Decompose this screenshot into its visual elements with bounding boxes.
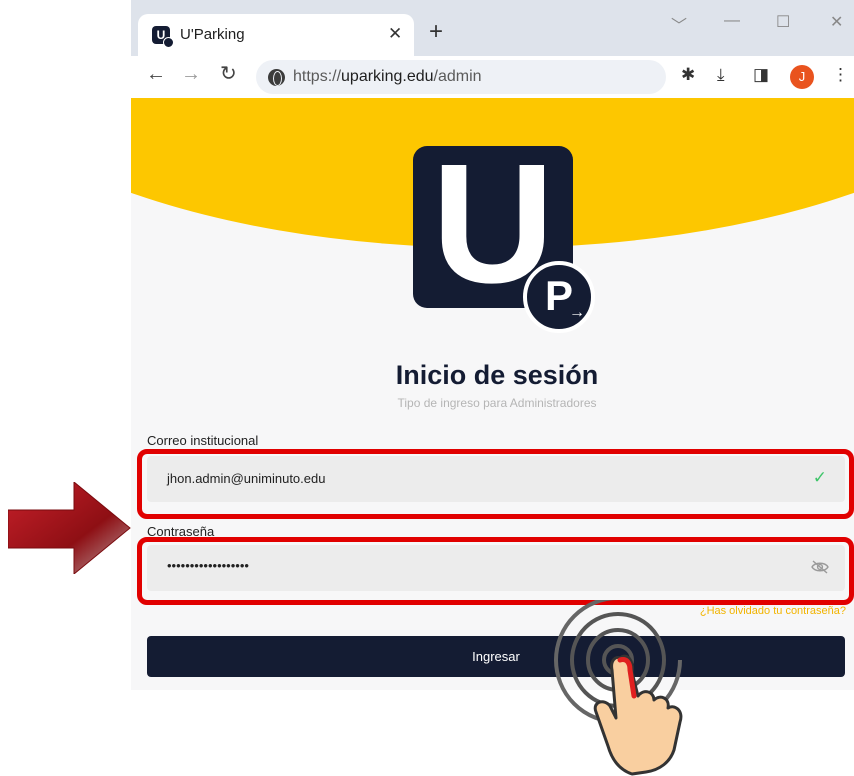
side-panel-icon[interactable]: ◨: [753, 66, 769, 83]
profile-avatar[interactable]: J: [790, 65, 814, 89]
arrow-right-icon: [8, 482, 131, 574]
email-highlight-box: [137, 449, 854, 519]
tab-bar: U U'Parking ✕ + ﹀ — ☐ ✕: [131, 0, 854, 56]
url-path: /admin: [433, 68, 482, 85]
address-bar[interactable]: https://uparking.edu/admin: [256, 60, 666, 94]
favicon-icon: U: [152, 26, 174, 48]
minimize-icon[interactable]: —: [724, 12, 740, 30]
kebab-menu-icon[interactable]: ⋮: [832, 66, 849, 83]
page-title: Inicio de sesión: [395, 360, 599, 390]
window-close-icon[interactable]: ✕: [830, 12, 843, 32]
tab-title: U'Parking: [180, 26, 245, 43]
page-subtitle: Tipo de ingreso para Administradores: [397, 396, 597, 410]
close-icon[interactable]: ✕: [388, 24, 402, 44]
url-text[interactable]: https://uparking.edu/admin: [293, 68, 482, 86]
globe-icon[interactable]: [268, 69, 285, 86]
browser-tab[interactable]: U U'Parking ✕: [138, 14, 414, 56]
plus-icon[interactable]: +: [429, 20, 443, 44]
logo-parking-badge: P →: [523, 261, 595, 333]
forgot-password-link[interactable]: ¿Has olvidado tu contraseña?: [700, 605, 846, 617]
email-label: Correo institucional: [147, 433, 259, 448]
puzzle-icon[interactable]: ✱: [681, 66, 695, 83]
tap-hand-icon: [554, 600, 683, 776]
download-icon[interactable]: ⤓: [717, 66, 725, 83]
reload-icon[interactable]: ↻: [220, 64, 237, 84]
maximize-icon[interactable]: ☐: [776, 12, 790, 32]
browser-toolbar: ← → ↻ https://uparking.edu/admin ✱ ⤓ ◨ J…: [131, 56, 854, 98]
url-domain: uparking.edu: [341, 68, 434, 85]
password-highlight-box: [137, 537, 854, 605]
tab-search-icon[interactable]: ﹀: [671, 12, 687, 36]
arrow-left-icon[interactable]: ←: [146, 64, 166, 84]
arrow-right-icon: →: [569, 304, 585, 321]
arrow-right-icon[interactable]: →: [181, 64, 201, 84]
submit-button[interactable]: Ingresar: [147, 636, 845, 677]
url-prefix: https://: [293, 68, 342, 85]
